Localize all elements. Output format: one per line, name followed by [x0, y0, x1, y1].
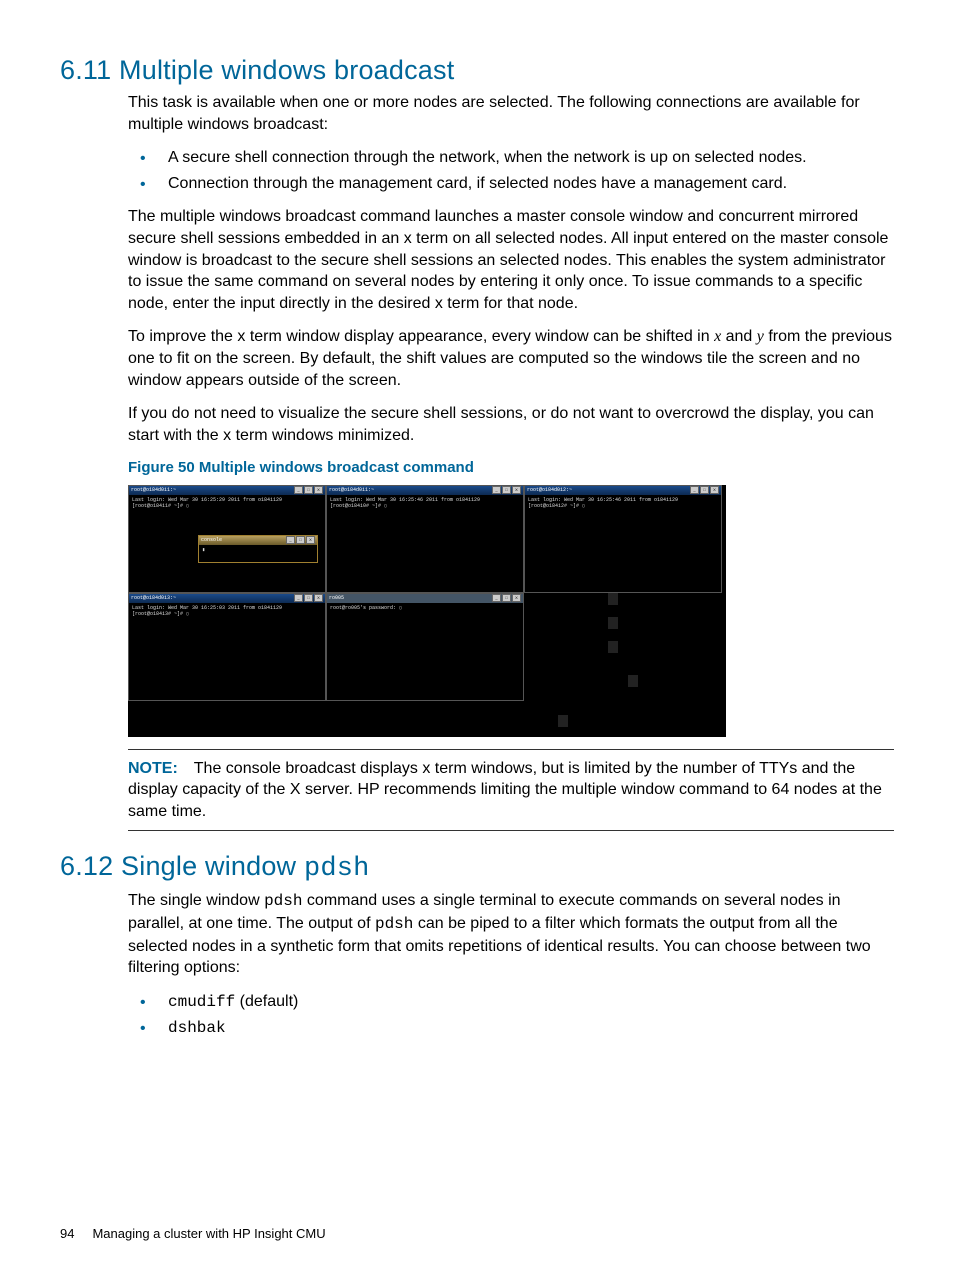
terminal-window: root@o184d0i2:~ _□XLast login: Wed Mar 30… [524, 485, 722, 593]
window-control-icon: _ [294, 486, 303, 494]
window-control-icon: X [314, 594, 323, 602]
window-control-icon: □ [502, 486, 511, 494]
footer-title: Managing a cluster with HP Insight CMU [92, 1226, 325, 1241]
note-text: The console broadcast displays x term wi… [128, 760, 882, 820]
list-item: dshbak [128, 1017, 894, 1040]
scrollbar-fragment [558, 715, 568, 737]
terminal-title: root@o184d0i1:~ [131, 487, 176, 494]
window-control-icon: _ [294, 594, 303, 602]
paragraph: The multiple windows broadcast command l… [128, 206, 894, 314]
window-control-icon: □ [700, 486, 709, 494]
section-611-heading: 6.11 Multiple windows broadcast [60, 55, 894, 86]
scrollbar-fragment [628, 675, 638, 695]
code-run: cmudiff [168, 993, 235, 1011]
window-control-icon: _ [492, 486, 501, 494]
window-control-icon: X [512, 486, 521, 494]
terminal-window: ro005 _□Xroot@ro005's password: ▯ [326, 593, 524, 701]
terminal-window: console _□X▮ [198, 535, 318, 563]
figure-50-caption: Figure 50 Multiple windows broadcast com… [128, 458, 894, 478]
text-run: The single window [128, 892, 264, 909]
code-run: pdsh [304, 854, 370, 884]
terminal-window: root@o184d0i3:~ _□XLast login: Wed Mar 30… [128, 593, 326, 701]
paragraph: To improve the x term window display app… [128, 326, 894, 391]
code-run: pdsh [375, 915, 413, 933]
note-block: NOTE:The console broadcast displays x te… [128, 749, 894, 832]
window-control-icon: _ [286, 536, 295, 544]
terminal-window: root@o184d0i1:~ _□XLast login: Wed Mar 30… [326, 485, 524, 593]
text-run: (default) [235, 993, 298, 1010]
window-control-icon: X [314, 486, 323, 494]
list-item: A secure shell connection through the ne… [128, 147, 894, 169]
window-control-icon: _ [690, 486, 699, 494]
intro-paragraph: This task is available when one or more … [128, 92, 894, 135]
terminal-body: root@ro005's password: ▯ [327, 603, 523, 613]
terminal-body: Last login: Wed Mar 30 16:25:29 2011 fro… [129, 495, 325, 511]
list-item: Connection through the management card, … [128, 173, 894, 195]
text-run: and [721, 328, 757, 345]
var-y: y [757, 328, 764, 345]
text-run: To improve the x term window display app… [128, 328, 714, 345]
code-run: dshbak [168, 1019, 226, 1037]
window-control-icon: □ [502, 594, 511, 602]
section-612-heading: 6.12 Single window pdsh [60, 851, 894, 884]
text-run: 6.12 Single window [60, 851, 304, 881]
paragraph: The single window pdsh command uses a si… [128, 890, 894, 978]
window-control-icon: □ [304, 594, 313, 602]
terminal-body: ▮ [199, 545, 317, 555]
window-control-icon: □ [296, 536, 305, 544]
window-control-icon: _ [492, 594, 501, 602]
terminal-body: Last login: Wed Mar 30 16:25:46 2011 fro… [327, 495, 523, 511]
terminal-title: console [201, 537, 222, 544]
terminal-title: root@o184d0i3:~ [131, 595, 176, 602]
window-control-icon: X [710, 486, 719, 494]
terminal-body: Last login: Wed Mar 30 16:25:03 2011 fro… [129, 603, 325, 619]
page-number: 94 [60, 1226, 74, 1241]
window-control-icon: □ [304, 486, 313, 494]
code-run: pdsh [264, 892, 302, 910]
section-611-body: This task is available when one or more … [128, 92, 894, 831]
scrollbar-fragment [608, 593, 618, 665]
figure-50-image: root@o184d0i1:~_□XLast login: Wed Mar 30… [128, 485, 726, 737]
page-footer: 94 Managing a cluster with HP Insight CMU [60, 1226, 326, 1241]
filter-options-list: cmudiff (default) dshbak [128, 991, 894, 1040]
list-item: cmudiff (default) [128, 991, 894, 1014]
terminal-title: ro005 [329, 595, 344, 602]
window-control-icon: X [306, 536, 315, 544]
terminal-title: root@o184d0i2:~ [527, 487, 572, 494]
connection-types-list: A secure shell connection through the ne… [128, 147, 894, 194]
terminal-title: root@o184d0i1:~ [329, 487, 374, 494]
paragraph: If you do not need to visualize the secu… [128, 403, 894, 446]
window-control-icon: X [512, 594, 521, 602]
section-612-body: The single window pdsh command uses a si… [128, 890, 894, 1040]
terminal-body: Last login: Wed Mar 30 16:25:46 2011 fro… [525, 495, 721, 511]
note-label: NOTE: [128, 760, 178, 777]
